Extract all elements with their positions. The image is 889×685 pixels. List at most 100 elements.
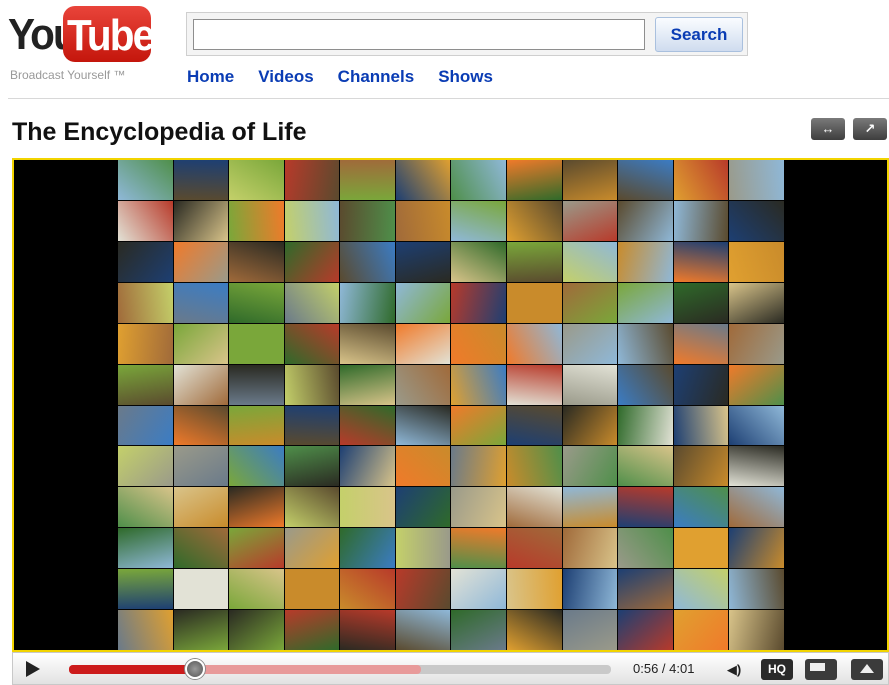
mosaic-tile xyxy=(340,487,395,528)
expand-arrows-icon[interactable]: ↔ xyxy=(811,118,845,140)
search-button[interactable]: Search xyxy=(655,17,743,52)
time-display: 0:56 / 4:01 xyxy=(633,661,695,676)
header-divider xyxy=(8,98,889,99)
mosaic-tile xyxy=(118,405,173,446)
mosaic-tile xyxy=(118,160,173,200)
mosaic-tile xyxy=(507,160,562,200)
mosaic-tile xyxy=(395,323,451,364)
mosaic-tile xyxy=(673,241,729,282)
nav-home[interactable]: Home xyxy=(187,67,234,87)
mosaic-tile xyxy=(562,364,618,405)
player-controls: 0:56 / 4:01 ◀) HQ xyxy=(12,652,889,685)
search-input[interactable] xyxy=(193,19,645,50)
mosaic-tile xyxy=(118,323,173,364)
mosaic-tile xyxy=(340,200,395,241)
mosaic-tile xyxy=(284,446,340,487)
nav-shows[interactable]: Shows xyxy=(438,67,493,87)
mosaic-tile xyxy=(395,364,451,405)
mosaic-tile xyxy=(173,569,229,610)
mosaic-tile xyxy=(562,200,618,241)
mosaic-tile xyxy=(729,446,784,487)
video-frame-mosaic xyxy=(118,160,784,650)
mosaic-tile xyxy=(618,241,673,282)
nav-videos[interactable]: Videos xyxy=(258,67,313,87)
mosaic-tile xyxy=(451,200,507,241)
mosaic-tile xyxy=(562,160,618,200)
mosaic-tile xyxy=(173,160,229,200)
mosaic-tile xyxy=(562,323,618,364)
mosaic-tile xyxy=(507,241,562,282)
play-icon[interactable] xyxy=(21,658,43,680)
mosaic-tile xyxy=(507,610,562,650)
mosaic-tile xyxy=(451,160,507,200)
mosaic-tile xyxy=(229,200,284,241)
search-bar: Search xyxy=(186,12,748,56)
tagline: Broadcast Yourself ™ xyxy=(10,68,126,82)
mosaic-tile xyxy=(229,364,284,405)
mosaic-tile xyxy=(395,569,451,610)
mosaic-tile xyxy=(284,241,340,282)
mosaic-tile xyxy=(618,282,673,323)
mosaic-tile xyxy=(451,364,507,405)
mosaic-tile xyxy=(562,610,618,650)
mosaic-tile xyxy=(118,282,173,323)
mosaic-tile xyxy=(618,446,673,487)
mosaic-tile xyxy=(562,569,618,610)
mosaic-tile xyxy=(729,610,784,650)
mosaic-tile xyxy=(673,528,729,569)
mosaic-tile xyxy=(673,282,729,323)
mosaic-tile xyxy=(507,487,562,528)
player-size-icon[interactable] xyxy=(805,659,837,680)
mosaic-tile xyxy=(562,487,618,528)
mosaic-tile xyxy=(395,200,451,241)
nav-channels[interactable]: Channels xyxy=(338,67,415,87)
mosaic-tile xyxy=(284,569,340,610)
mosaic-tile xyxy=(729,282,784,323)
mosaic-tile xyxy=(673,610,729,650)
hq-button[interactable]: HQ xyxy=(761,659,793,680)
mosaic-tile xyxy=(173,446,229,487)
mosaic-tile xyxy=(618,528,673,569)
mosaic-tile xyxy=(507,405,562,446)
mosaic-tile xyxy=(673,364,729,405)
mosaic-tile xyxy=(118,569,173,610)
mosaic-tile xyxy=(340,160,395,200)
mosaic-tile xyxy=(562,282,618,323)
mosaic-tile xyxy=(284,487,340,528)
mosaic-tile xyxy=(673,487,729,528)
mosaic-tile xyxy=(451,282,507,323)
mosaic-tile xyxy=(395,241,451,282)
mosaic-tile xyxy=(507,364,562,405)
mosaic-tile xyxy=(284,160,340,200)
mosaic-tile xyxy=(395,405,451,446)
mosaic-tile xyxy=(451,528,507,569)
volume-icon[interactable]: ◀) xyxy=(719,659,749,680)
seek-bar[interactable] xyxy=(69,659,611,679)
mosaic-tile xyxy=(729,160,784,200)
menu-up-icon[interactable] xyxy=(851,659,883,680)
mosaic-tile xyxy=(618,200,673,241)
mosaic-tile xyxy=(673,200,729,241)
popout-arrow-icon[interactable]: ↗ xyxy=(853,118,887,140)
mosaic-tile xyxy=(673,569,729,610)
mosaic-tile xyxy=(507,446,562,487)
mosaic-tile xyxy=(395,446,451,487)
mosaic-tile xyxy=(729,405,784,446)
mosaic-tile xyxy=(284,323,340,364)
mosaic-tile xyxy=(118,364,173,405)
mosaic-tile xyxy=(173,610,229,650)
mosaic-tile xyxy=(173,487,229,528)
mosaic-tile xyxy=(451,323,507,364)
logo-text-tube: Tube xyxy=(67,11,155,60)
mosaic-tile xyxy=(340,364,395,405)
mosaic-tile xyxy=(229,528,284,569)
mosaic-tile xyxy=(507,282,562,323)
mosaic-tile xyxy=(562,405,618,446)
mosaic-tile xyxy=(729,200,784,241)
mosaic-tile xyxy=(673,405,729,446)
mosaic-tile xyxy=(118,610,173,650)
mosaic-tile xyxy=(118,446,173,487)
video-player[interactable] xyxy=(12,158,889,652)
mosaic-tile xyxy=(618,569,673,610)
seek-thumb[interactable] xyxy=(184,659,205,679)
